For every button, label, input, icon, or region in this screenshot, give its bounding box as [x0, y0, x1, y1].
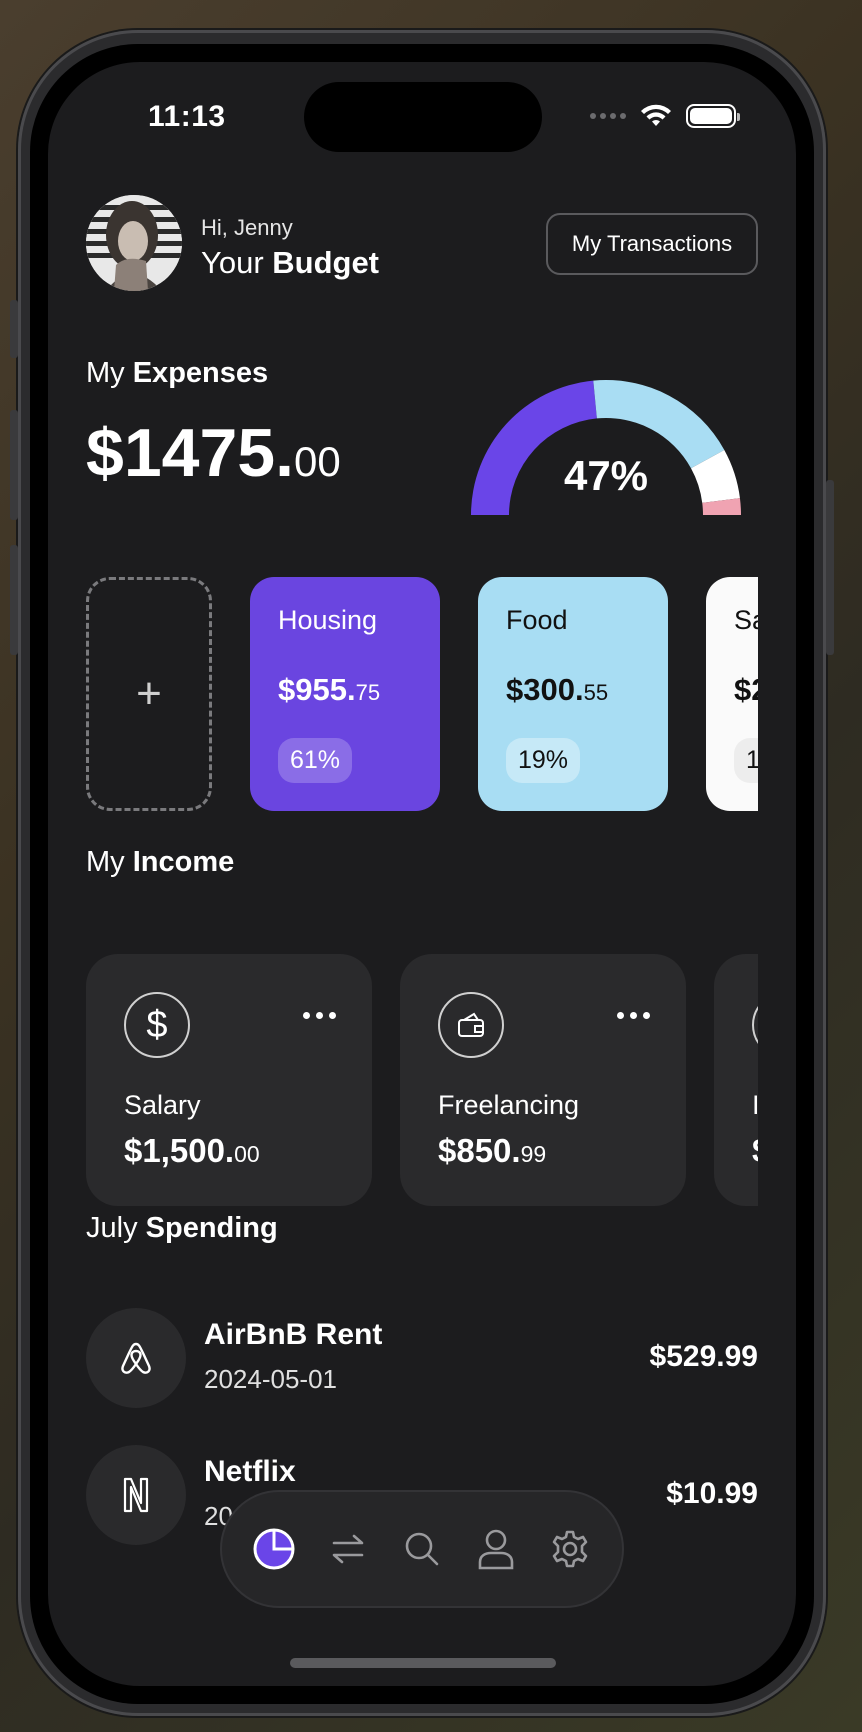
dynamic-island — [304, 82, 542, 152]
tab-search[interactable] — [399, 1526, 445, 1572]
income-card-salary[interactable]: $ Salary $1,500.00 — [86, 954, 372, 1206]
gear-icon — [552, 1530, 588, 1568]
transaction-amount: $10.99 — [666, 1477, 758, 1510]
expenses-title: My Expenses — [86, 357, 269, 389]
tab-settings[interactable] — [547, 1526, 593, 1572]
netflix-icon — [86, 1445, 186, 1545]
income-amount: $850.99 — [438, 1132, 547, 1169]
avatar[interactable] — [86, 195, 182, 291]
page-title: Your Budget — [201, 245, 380, 280]
category-card-partial[interactable]: Sa $2 1 — [706, 577, 758, 811]
transaction-row[interactable]: AirBnB Rent 2024-05-01 $529.99 — [86, 1308, 758, 1408]
volume-down-button — [10, 545, 18, 655]
category-amount: $2 — [734, 672, 758, 707]
income-amount: $ — [752, 1132, 758, 1170]
category-percent-badge: 1 — [734, 738, 758, 783]
mute-switch — [10, 300, 18, 358]
my-transactions-button[interactable]: My Transactions — [546, 213, 758, 275]
wifi-icon — [641, 104, 671, 126]
status-icons — [590, 104, 740, 128]
category-card-food[interactable]: Food $300.55 19% — [478, 577, 668, 811]
airbnb-icon — [86, 1308, 186, 1408]
category-name: Housing — [278, 605, 378, 635]
tab-transfers[interactable] — [325, 1526, 371, 1572]
volume-up-button — [10, 410, 18, 520]
category-name: Sa — [734, 605, 758, 635]
transaction-amount: $529.99 — [649, 1340, 758, 1373]
transaction-date: 2024-05-01 — [204, 1364, 337, 1394]
category-name: Food — [506, 605, 568, 635]
user-icon — [478, 1529, 514, 1570]
dollar-icon: $ — [124, 992, 190, 1058]
income-name: Freelancing — [438, 1090, 580, 1120]
transfer-icon — [332, 1534, 364, 1564]
home-indicator — [290, 1658, 556, 1668]
income-name: Salary — [124, 1090, 201, 1120]
transaction-name: AirBnB Rent — [204, 1318, 383, 1351]
greeting: Hi, Jenny — [201, 215, 293, 240]
spending-title: July Spending — [86, 1212, 278, 1244]
tab-bar — [220, 1490, 624, 1608]
income-title: My Income — [86, 846, 235, 878]
app-screen: 11:13 Hi, Jenny Your Budget My Transacti… — [48, 62, 796, 1686]
income-amount: $1,500.00 — [124, 1132, 260, 1169]
income-card-partial[interactable]: I $ — [714, 954, 758, 1206]
category-amount: $300.55 — [506, 672, 609, 707]
expenses-total: $1475.00 — [86, 415, 341, 491]
power-button — [826, 480, 834, 655]
cellular-signal-icon — [590, 113, 626, 119]
transaction-name: Netflix — [204, 1455, 296, 1488]
income-name: I — [752, 1090, 758, 1120]
more-options-icon[interactable] — [617, 1012, 650, 1019]
more-options-icon[interactable] — [303, 1012, 336, 1019]
category-card-housing[interactable]: Housing $955.75 61% — [250, 577, 440, 811]
pie-chart-icon — [253, 1528, 295, 1570]
tab-overview[interactable] — [251, 1526, 297, 1572]
category-percent-badge: 61% — [278, 738, 353, 783]
search-icon — [405, 1532, 439, 1566]
add-category-button[interactable]: + — [86, 577, 212, 811]
status-time: 11:13 — [148, 100, 226, 133]
income-carousel: $ Salary $1,500.00 Freelancing $850.99 I… — [86, 954, 758, 1208]
wallet-icon — [438, 992, 504, 1058]
category-carousel: + Housing $955.75 61% Food $300.55 19% S… — [86, 577, 758, 813]
battery-icon — [686, 104, 740, 128]
circle-icon — [752, 992, 758, 1058]
category-amount: $955.75 — [278, 672, 381, 707]
gauge-percent: 47% — [563, 452, 649, 499]
header: Hi, Jenny Your Budget My Transactions — [86, 195, 758, 293]
category-percent-badge: 19% — [506, 738, 581, 783]
tab-profile[interactable] — [473, 1526, 519, 1572]
income-card-freelancing[interactable]: Freelancing $850.99 — [400, 954, 686, 1206]
